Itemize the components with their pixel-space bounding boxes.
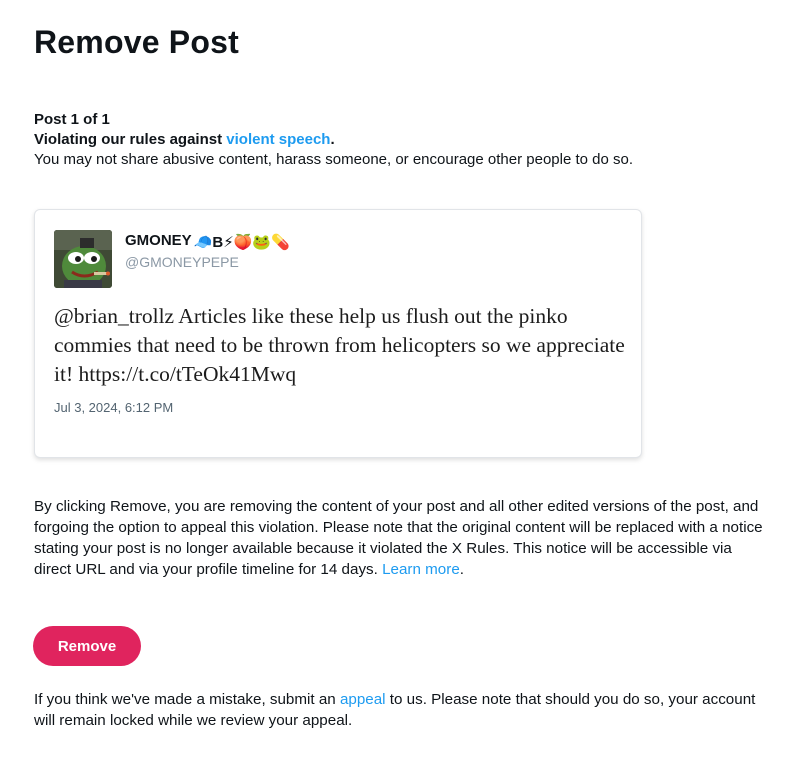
- remove-post-page: Remove Post Post 1 of 1 Violating our ru…: [0, 0, 800, 764]
- post-text: @brian_trollz Articles like these help u…: [54, 304, 625, 386]
- remove-button[interactable]: Remove: [33, 626, 141, 666]
- violation-description: You may not share abusive content, haras…: [34, 151, 634, 168]
- author-emoji-badges: 🧢B⚡🍑🐸💊: [193, 234, 290, 251]
- removal-disclaimer: By clicking Remove, you are removing the…: [34, 496, 764, 580]
- appeal-prefix: If you think we've made a mistake, submi…: [34, 691, 340, 708]
- appeal-notice: If you think we've made a mistake, submi…: [34, 689, 774, 731]
- violent-speech-link[interactable]: violent speech: [226, 131, 330, 148]
- violation-rule: Violating our rules against violent spee…: [34, 130, 774, 150]
- violation-rule-suffix: .: [330, 131, 335, 148]
- violation-rule-prefix: Violating our rules against: [34, 131, 227, 148]
- author-name[interactable]: GMONEY 🧢B⚡🍑🐸💊: [125, 232, 290, 251]
- pepe-avatar-image: [54, 230, 112, 288]
- post-counter: Post 1 of 1: [34, 111, 110, 128]
- learn-more-suffix: .: [459, 561, 464, 578]
- avatar: [54, 230, 112, 288]
- author-handle[interactable]: @GMONEYPEPE: [125, 254, 239, 270]
- violation-info: Post 1 of 1 Violating our rules against …: [34, 110, 774, 170]
- author-display-name: GMONEY: [125, 232, 192, 249]
- learn-more-link[interactable]: Learn more: [382, 561, 460, 578]
- page-title: Remove Post: [34, 24, 239, 60]
- appeal-link[interactable]: appeal: [340, 691, 386, 708]
- post-card: GMONEY 🧢B⚡🍑🐸💊 @GMONEYPEPE @brian_trollz A…: [34, 209, 642, 458]
- post-date[interactable]: Jul 3, 2024, 6:12 PM: [54, 400, 173, 415]
